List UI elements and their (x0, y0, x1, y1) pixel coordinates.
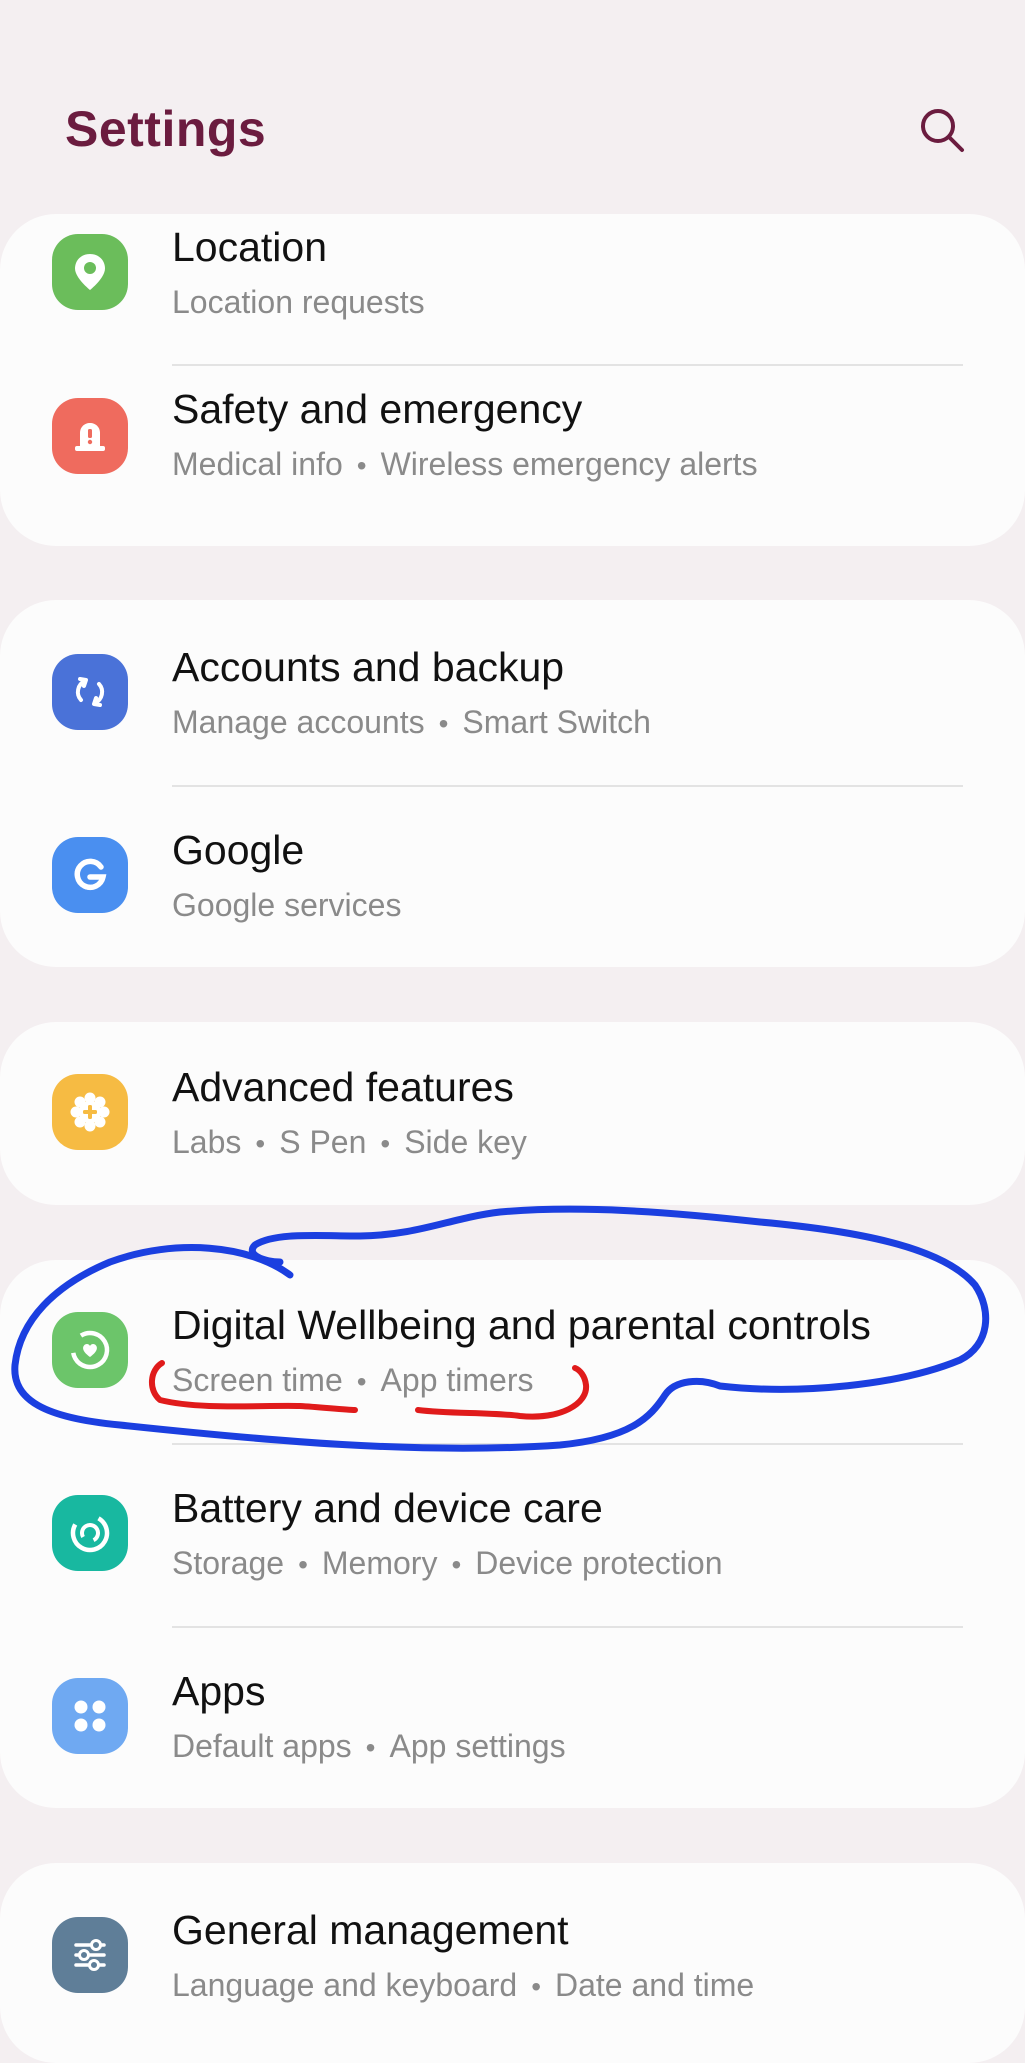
settings-group-1: Location Location requests Safety and em… (0, 214, 1025, 546)
setting-subtitle: Storage • Memory • Device protection (172, 1545, 723, 1581)
location-pin-icon (52, 234, 128, 310)
subtitle-part: Date and time (555, 1967, 755, 2003)
google-g-icon (52, 837, 128, 913)
page-title: Settings (65, 101, 267, 157)
apps-grid-icon (52, 1678, 128, 1754)
setting-title: General management (172, 1907, 569, 1953)
setting-subtitle: Location requests (172, 284, 425, 321)
subtitle-part: Default apps (172, 1728, 352, 1764)
subtitle-part: Side key (404, 1124, 527, 1160)
setting-title: Google (172, 827, 305, 873)
subtitle-part: Device protection (475, 1545, 723, 1581)
subtitle-part: Smart Switch (462, 704, 651, 740)
subtitle-part: Language and keyboard (172, 1967, 518, 2003)
settings-group-5: General management Language and keyboard… (0, 1863, 1025, 2063)
subtitle-part: Google services (172, 887, 402, 923)
search-button[interactable] (910, 98, 974, 162)
subtitle-part: App settings (389, 1728, 566, 1764)
setting-item-battery-and-device-care[interactable]: Battery and device care Storage • Memory • D… (0, 1445, 1025, 1629)
subtitle-part: Screen time (172, 1362, 343, 1398)
sync-arrows-icon (52, 654, 128, 730)
subtitle-part: App timers (380, 1362, 534, 1398)
setting-item-safety-and-emergency[interactable]: Safety and emergency Medical info • Wirele… (0, 366, 1025, 546)
subtitle-part: Storage (172, 1545, 285, 1581)
setting-subtitle: Default apps • App settings (172, 1728, 566, 1764)
device-care-icon (52, 1495, 128, 1571)
setting-item-accounts-and-backup[interactable]: Accounts and backup Manage accounts • Smar… (0, 600, 1025, 784)
setting-item-advanced-features[interactable]: Advanced features Labs • S Pen • Side key (0, 1022, 1025, 1205)
setting-title: Safety and emergency (172, 386, 583, 432)
subtitle-part: Location requests (172, 284, 425, 320)
wellbeing-heart-icon (52, 1312, 128, 1388)
subtitle-part: Manage accounts (172, 704, 425, 740)
search-icon (921, 109, 964, 152)
setting-subtitle: Language and keyboard • Date and time (172, 1967, 755, 2003)
subtitle-part: Labs (172, 1124, 242, 1160)
setting-title: Location (172, 224, 328, 270)
setting-subtitle: Manage accounts • Smart Switch (172, 704, 651, 740)
emergency-beacon-icon (52, 398, 128, 474)
setting-title: Advanced features (172, 1064, 514, 1110)
setting-title: Apps (172, 1668, 266, 1714)
setting-title: Battery and device care (172, 1485, 603, 1531)
setting-title: Digital Wellbeing and parental controls (172, 1302, 871, 1348)
settings-group-2: Accounts and backup Manage accounts • Smar… (0, 600, 1025, 967)
subtitle-part: Medical info (172, 446, 343, 482)
settings-group-3: Advanced features Labs • S Pen • Side key (0, 1022, 1025, 1205)
setting-subtitle: Google services (172, 887, 401, 924)
settings-group-4: Digital Wellbeing and parental controls … (0, 1260, 1025, 1808)
subtitle-part: Wireless emergency alerts (380, 446, 758, 482)
setting-item-google[interactable]: Google Google services (0, 787, 1025, 967)
sliders-icon (52, 1917, 128, 1993)
setting-subtitle: Medical info • Wireless emergency alerts (172, 446, 758, 482)
setting-title: Accounts and backup (172, 644, 565, 690)
app-header: Settings (0, 0, 1025, 214)
setting-subtitle: Screen time • App timers (172, 1362, 534, 1398)
setting-subtitle: Labs • S Pen • Side key (172, 1124, 527, 1160)
setting-item-apps[interactable]: Apps Default apps • App settings (0, 1628, 1025, 1808)
setting-item-digital-wellbeing[interactable]: Digital Wellbeing and parental controls … (0, 1260, 1025, 1444)
subtitle-part: Memory (321, 1545, 438, 1581)
gear-plus-icon (52, 1074, 128, 1150)
subtitle-part: S Pen (279, 1124, 367, 1160)
setting-item-general-management[interactable]: General management Language and keyboard… (0, 1863, 1025, 2047)
